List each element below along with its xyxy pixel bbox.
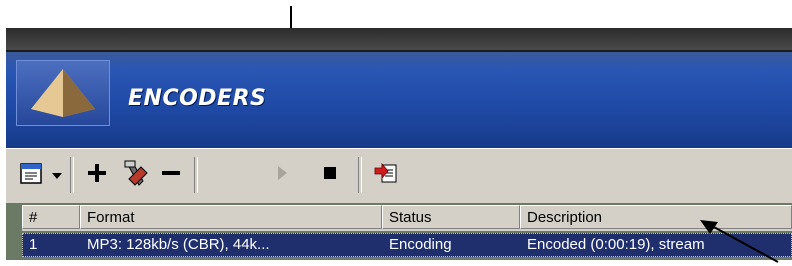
clipboard-icon — [19, 161, 43, 190]
row-index: 1 — [29, 236, 38, 253]
table-header: # Format Status Description — [22, 205, 792, 231]
row-description: Encoded (0:00:19), stream — [527, 236, 705, 253]
tools-icon — [121, 159, 149, 192]
column-header-description[interactable]: Description — [520, 205, 792, 229]
toolbar-separator — [358, 157, 362, 193]
column-header-status[interactable]: Status — [382, 205, 520, 229]
export-button[interactable] — [370, 161, 402, 189]
row-status: Encoding — [389, 236, 452, 253]
encoders-window: ENCODERS # Format Status Description 1 M… — [6, 28, 792, 260]
add-encoder-button[interactable] — [82, 161, 112, 189]
encoders-header: ENCODERS — [6, 50, 792, 150]
encoders-table: # Format Status Description 1 MP3: 128kb… — [6, 203, 792, 260]
chevron-down-icon — [52, 166, 62, 184]
encoder-list-button[interactable] — [16, 161, 46, 189]
export-icon — [373, 160, 399, 191]
toolbar — [6, 148, 792, 204]
column-header-index[interactable]: # — [22, 205, 80, 229]
column-header-format[interactable]: Format — [80, 205, 382, 229]
row-format: MP3: 128kb/s (CBR), 44k... — [87, 236, 270, 253]
configure-encoder-button[interactable] — [118, 159, 152, 192]
page-title: ENCODERS — [128, 86, 267, 111]
window-top-strip — [6, 28, 792, 50]
play-button[interactable] — [268, 161, 296, 189]
dropdown-button[interactable] — [50, 161, 64, 189]
plus-icon — [86, 162, 108, 189]
stop-button[interactable] — [316, 161, 344, 189]
minus-icon — [160, 162, 182, 189]
toolbar-separator — [70, 157, 74, 193]
stop-icon — [323, 166, 337, 185]
pyramid-logo-icon — [16, 60, 110, 126]
play-icon — [276, 165, 288, 186]
remove-encoder-button[interactable] — [156, 161, 186, 189]
toolbar-separator — [194, 157, 198, 193]
table-row[interactable]: 1 MP3: 128kb/s (CBR), 44k... Encoding En… — [22, 233, 792, 257]
